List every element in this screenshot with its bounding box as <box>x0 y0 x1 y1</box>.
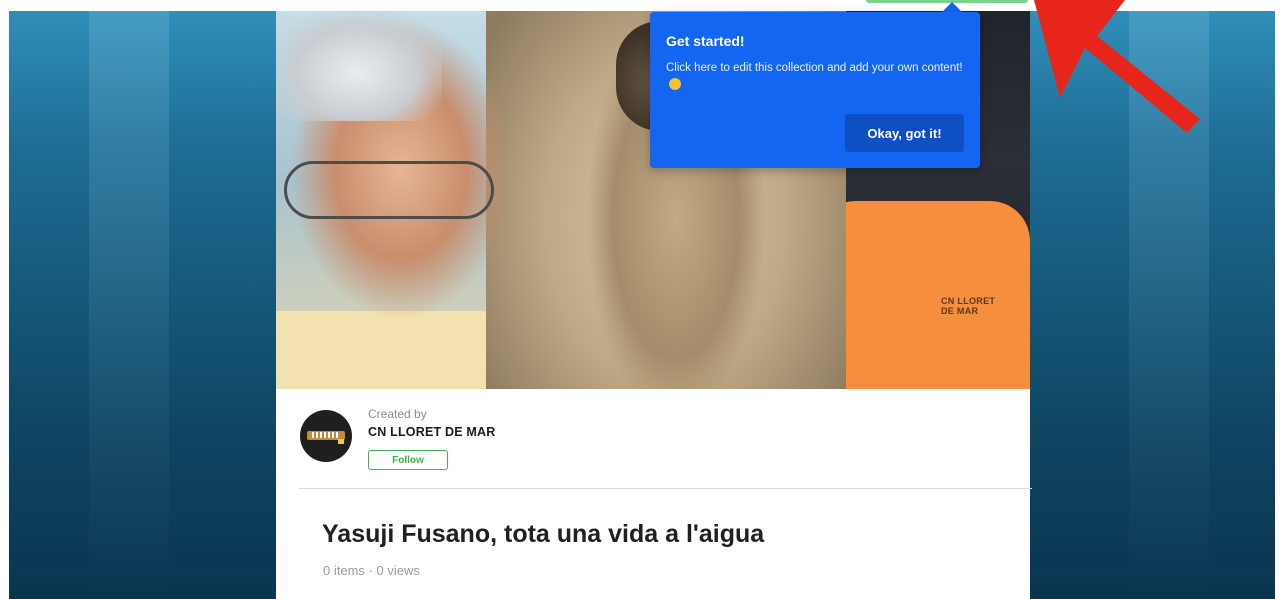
tooltip-caret <box>942 2 962 12</box>
okay-got-it-button[interactable]: Okay, got it! <box>845 114 964 152</box>
tooltip-message: Click here to edit this collection and a… <box>666 60 966 94</box>
tooltip-message-text: Click here to edit this collection and a… <box>666 62 963 74</box>
views-count: 0 views <box>376 563 420 578</box>
creator-avatar[interactable] <box>300 410 352 462</box>
glasses <box>284 161 494 219</box>
items-count: 0 items <box>323 563 365 578</box>
shirt-logo: CN LLORET DE MAR <box>941 296 996 316</box>
red-arrow-annotation <box>1034 0 1200 133</box>
creator-name[interactable]: CN LLORET DE MAR <box>368 425 496 439</box>
stats-separator: · <box>368 563 373 578</box>
get-started-tooltip: Get started! Click here to edit this col… <box>650 12 980 168</box>
orange-shirt <box>816 201 1030 389</box>
follow-button[interactable]: Follow <box>368 450 448 470</box>
arrow-icon <box>1034 0 1200 133</box>
collection-title: Yasuji Fusano, tota una vida a l'aigua <box>322 520 765 548</box>
divider <box>299 488 1032 489</box>
tooltip-title: Get started! <box>666 33 745 49</box>
created-by-label: Created by <box>368 407 427 421</box>
collection-stats: 0 items · 0 views <box>323 563 420 578</box>
grinning-face-icon <box>669 78 681 90</box>
